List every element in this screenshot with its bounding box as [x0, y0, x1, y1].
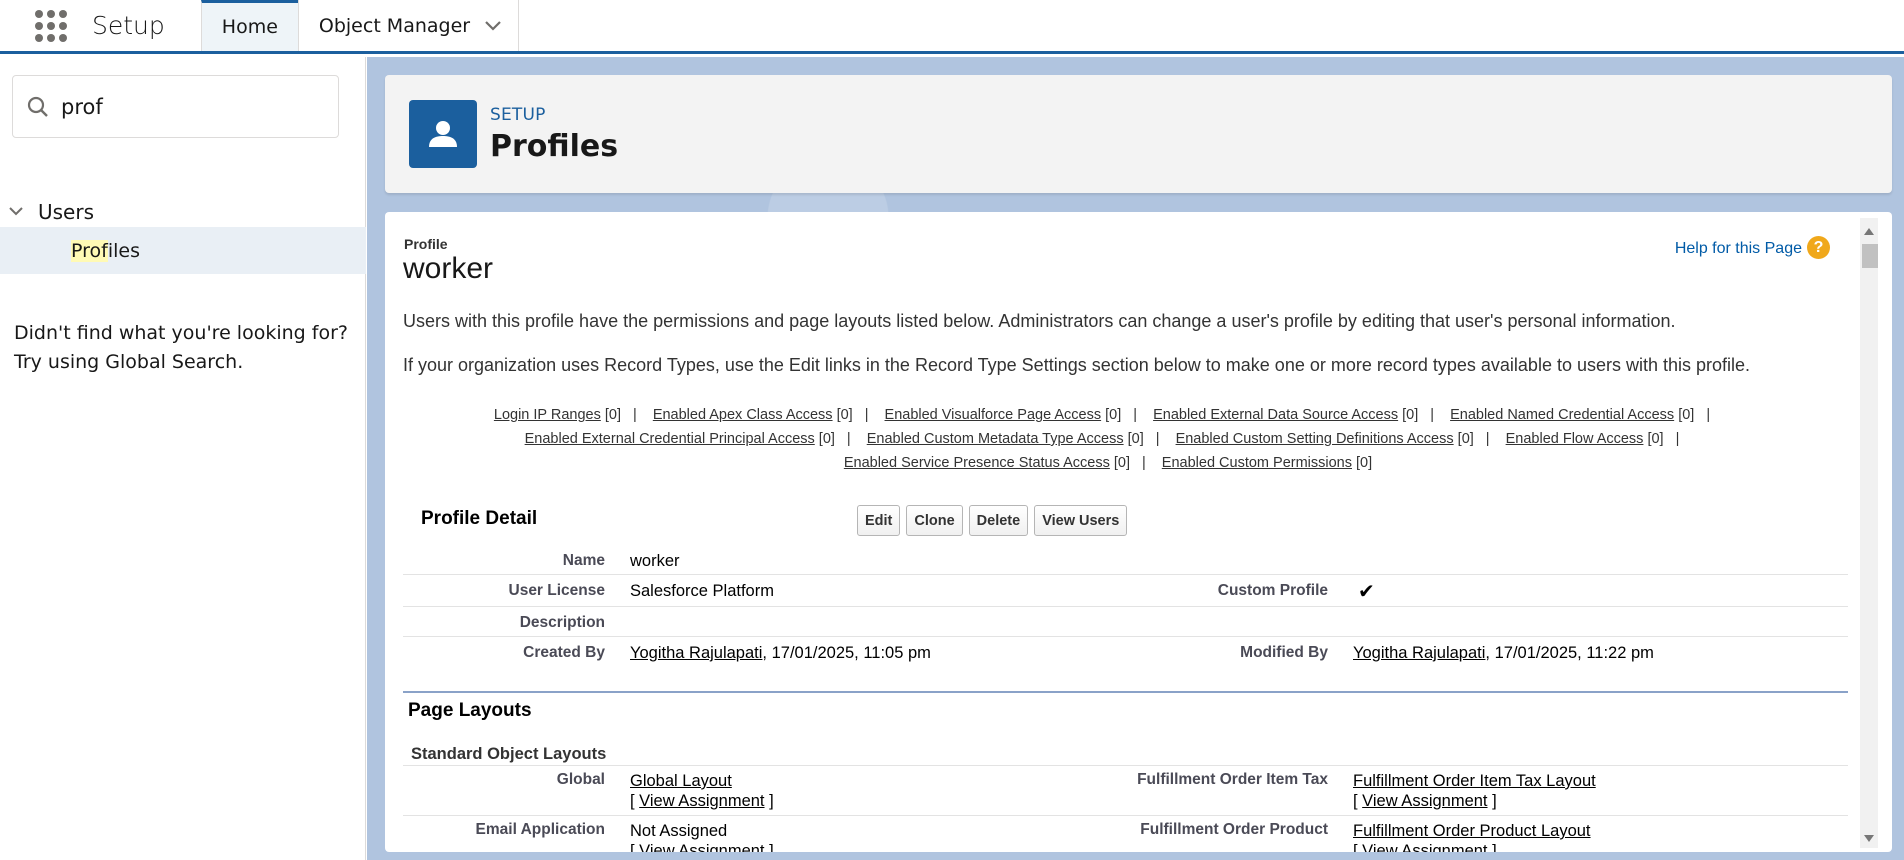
profile-detail-table: Name worker User License Salesforce Plat…: [403, 545, 1848, 669]
detail-row-license: User License Salesforce Platform Custom …: [403, 575, 1848, 607]
page-layouts-table: Global Global Layout [ View Assignment ]…: [403, 765, 1848, 852]
setup-sidebar: Users Profiles Didn't find what you're l…: [0, 57, 366, 860]
standard-object-layouts-title: Standard Object Layouts: [411, 745, 607, 763]
link-external-credential-principal-access[interactable]: Enabled External Credential Principal Ac…: [525, 431, 815, 447]
app-name: Setup: [92, 11, 165, 40]
search-match-highlight: Prof: [71, 239, 108, 262]
fulfillment-order-item-tax-view-assignment-link[interactable]: View Assignment: [1362, 792, 1487, 810]
name-value: worker: [630, 552, 680, 570]
modified-by-label: Modified By: [1240, 644, 1328, 661]
link-visualforce-page-access[interactable]: Enabled Visualforce Page Access: [885, 407, 1102, 423]
email-application-value: Not Assigned [ View Assignment ]: [630, 821, 774, 852]
tab-object-manager-label: Object Manager: [318, 14, 471, 37]
tree-item-profiles-rest: iles: [107, 239, 140, 262]
related-links: Login IP Ranges [0] | Enabled Apex Class …: [403, 403, 1813, 475]
layout-row-email-application: Email Application Not Assigned [ View As…: [403, 816, 1848, 852]
detail-row-created: Created By Yogitha Rajulapati, 17/01/202…: [403, 637, 1848, 669]
created-by-user-link[interactable]: Yogitha Rajulapati: [630, 644, 762, 662]
help-link[interactable]: Help for this Page: [1675, 240, 1802, 258]
user-icon: [409, 100, 477, 168]
profile-name-heading: worker: [403, 252, 494, 285]
layout-row-global: Global Global Layout [ View Assignment ]…: [403, 766, 1848, 816]
fulfillment-order-item-tax-label: Fulfillment Order Item Tax: [1137, 771, 1328, 788]
help-icon[interactable]: ?: [1807, 236, 1830, 259]
page-layouts-title: Page Layouts: [408, 700, 532, 721]
link-external-data-source-access[interactable]: Enabled External Data Source Access: [1153, 407, 1398, 423]
fulfillment-order-product-value: Fulfillment Order Product Layout [ View …: [1353, 821, 1591, 852]
page-header: SETUP Profiles: [385, 75, 1892, 193]
profile-detail-title: Profile Detail: [421, 508, 538, 529]
fulfillment-order-product-layout-link[interactable]: Fulfillment Order Product Layout: [1353, 822, 1591, 840]
app-launcher-icon[interactable]: [25, 0, 77, 52]
global-view-assignment-link[interactable]: View Assignment: [639, 792, 764, 810]
modified-by-user-link[interactable]: Yogitha Rajulapati: [1353, 644, 1485, 662]
description-label: Description: [519, 614, 605, 631]
created-by-label: Created By: [523, 644, 605, 661]
link-service-presence-status-access[interactable]: Enabled Service Presence Status Access: [844, 455, 1110, 471]
edit-button[interactable]: Edit: [857, 505, 901, 536]
tree-item-profiles[interactable]: Prof iles: [0, 227, 366, 274]
name-label: Name: [562, 552, 605, 569]
detail-row-description: Description: [403, 607, 1848, 637]
header-eyebrow: SETUP: [490, 105, 546, 125]
tab-home-label: Home: [221, 16, 278, 38]
view-users-button[interactable]: View Users: [1034, 505, 1128, 536]
modified-by-value: Yogitha Rajulapati, 17/01/2025, 11:22 pm: [1353, 644, 1654, 663]
quick-find-input[interactable]: [61, 94, 311, 119]
chevron-down-icon[interactable]: [484, 20, 502, 32]
scroll-up-arrow-icon[interactable]: [1864, 228, 1874, 235]
content-frame: Profile worker Help for this Page ? User…: [385, 212, 1892, 852]
email-application-label: Email Application: [475, 821, 605, 838]
page-title: Profiles: [490, 129, 619, 164]
fulfillment-order-item-tax-layout-link[interactable]: Fulfillment Order Item Tax Layout: [1353, 772, 1596, 790]
profile-description-1: Users with this profile have the permiss…: [403, 311, 1676, 331]
link-login-ip-ranges[interactable]: Login IP Ranges: [494, 407, 601, 423]
fulfillment-order-product-label: Fulfillment Order Product: [1140, 821, 1328, 838]
vertical-scrollbar[interactable]: [1860, 218, 1878, 848]
scroll-thumb[interactable]: [1862, 244, 1878, 268]
tree-node-users-label: Users: [38, 200, 95, 224]
tab-home[interactable]: Home: [200, 0, 298, 51]
clone-button[interactable]: Clone: [906, 505, 963, 536]
tab-object-manager[interactable]: Object Manager: [297, 0, 520, 51]
created-by-date: , 17/01/2025, 11:05 pm: [762, 644, 931, 662]
user-license-label: User License: [508, 582, 606, 599]
profile-type-label: Profile: [404, 236, 448, 252]
delete-button[interactable]: Delete: [968, 505, 1029, 536]
link-custom-permissions[interactable]: Enabled Custom Permissions: [1162, 455, 1352, 471]
user-license-value: Salesforce Platform: [630, 582, 774, 600]
profile-description-2: If your organization uses Record Types, …: [403, 355, 1751, 375]
global-layout-value: Global Layout [ View Assignment ]: [630, 772, 774, 810]
created-by-value: Yogitha Rajulapati, 17/01/2025, 11:05 pm: [630, 644, 931, 663]
global-search-hint: Try using Global Search.: [14, 351, 244, 373]
email-application-view-assignment-link[interactable]: View Assignment: [639, 842, 764, 852]
chevron-down-icon[interactable]: [8, 206, 24, 218]
fulfillment-order-product-view-assignment-link[interactable]: View Assignment: [1362, 842, 1487, 852]
related-links-line1: Login IP Ranges [0] | Enabled Apex Class …: [493, 407, 1711, 423]
detail-row-name: Name worker: [403, 545, 1848, 575]
custom-profile-label: Custom Profile: [1217, 582, 1328, 599]
not-found-line1: Didn't find what you're looking for?: [14, 322, 348, 344]
quick-find-box[interactable]: [12, 75, 339, 138]
link-flow-access[interactable]: Enabled Flow Access: [1506, 431, 1644, 447]
not-found-message: Didn't find what you're looking for? Try…: [14, 319, 354, 377]
search-icon: [27, 96, 48, 117]
link-named-credential-access[interactable]: Enabled Named Credential Access: [1450, 407, 1674, 423]
custom-profile-checkmark-icon: ✔: [1358, 581, 1375, 603]
related-links-line3: Enabled Service Presence Status Access […: [843, 455, 1373, 471]
modified-by-date: , 17/01/2025, 11:22 pm: [1485, 644, 1654, 662]
link-apex-class-access[interactable]: Enabled Apex Class Access: [653, 407, 833, 423]
global-layout-link[interactable]: Global Layout: [630, 772, 732, 790]
fulfillment-order-item-tax-value: Fulfillment Order Item Tax Layout [ View…: [1353, 772, 1596, 810]
link-custom-metadata-type-access[interactable]: Enabled Custom Metadata Type Access: [867, 431, 1124, 447]
top-nav: Setup Home Object Manager: [0, 0, 1904, 54]
detail-button-row: Edit Clone Delete View Users: [857, 505, 1128, 536]
scroll-down-arrow-icon[interactable]: [1864, 835, 1874, 842]
section-divider: [403, 691, 1848, 693]
global-label: Global: [556, 771, 605, 788]
link-custom-setting-definitions-access[interactable]: Enabled Custom Setting Definitions Acces…: [1176, 431, 1454, 447]
related-links-line2: Enabled External Credential Principal Ac…: [524, 431, 1680, 447]
